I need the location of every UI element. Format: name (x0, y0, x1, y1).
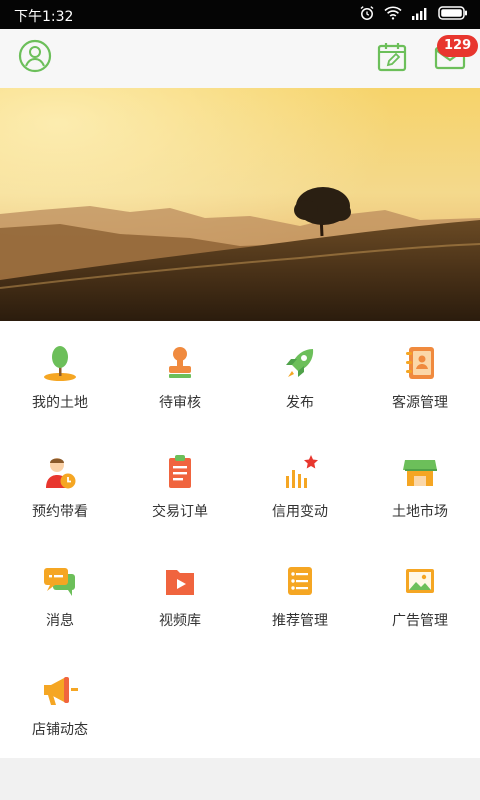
menu-item-label: 广告管理 (392, 613, 448, 629)
menu-item-orders[interactable]: 交易订单 (120, 430, 240, 539)
chat-bubbles-icon (40, 561, 80, 601)
menu-item-label: 店铺动态 (32, 722, 88, 738)
menu-item-label: 土地市场 (392, 504, 448, 520)
menu-item-appointment-viewing[interactable]: 预约带看 (0, 430, 120, 539)
menu-item-publish[interactable]: 发布 (240, 321, 360, 430)
system-icons (359, 5, 468, 25)
contact-book-icon (400, 343, 440, 383)
store-icon (400, 452, 440, 492)
menu-item-label: 预约带看 (32, 504, 88, 520)
status-time: 下午1:32 (14, 9, 74, 25)
menu-item-label: 待审核 (159, 395, 201, 411)
rocket-icon (280, 343, 320, 383)
menu-item-messages[interactable]: 消息 (0, 539, 120, 648)
menu-item-label: 发布 (286, 395, 314, 411)
menu-grid: 我的土地 待审核 发布 客源管理 预约带看 交易订单 信用变动 土地市场 消息 … (0, 321, 480, 758)
alarm-icon (359, 5, 375, 25)
menu-item-recommendation-management[interactable]: 推荐管理 (240, 539, 360, 648)
billboard-icon (400, 561, 440, 601)
menu-item-video-library[interactable]: 视频库 (120, 539, 240, 648)
signal-icon (411, 7, 429, 24)
stamp-icon (160, 343, 200, 383)
menu-item-my-land[interactable]: 我的土地 (0, 321, 120, 430)
menu-item-ad-management[interactable]: 广告管理 (360, 539, 480, 648)
menu-item-credit-changes[interactable]: 信用变动 (240, 430, 360, 539)
calendar-button[interactable] (370, 37, 414, 81)
battery-icon (438, 6, 468, 24)
menu-item-land-market[interactable]: 土地市场 (360, 430, 480, 539)
clipboard-icon (160, 452, 200, 492)
menu-item-label: 客源管理 (392, 395, 448, 411)
wifi-icon (384, 6, 402, 24)
status-bar: 下午1:32 (0, 0, 480, 29)
menu-item-label: 我的土地 (32, 395, 88, 411)
video-folder-icon (160, 561, 200, 601)
bar-chart-star-icon (280, 452, 320, 492)
top-bar (0, 29, 480, 88)
menu-item-label: 交易订单 (152, 504, 208, 520)
sapling-icon (40, 343, 80, 383)
profile-button[interactable] (13, 36, 57, 80)
person-clock-icon (40, 452, 80, 492)
message-count-badge: 129 (437, 35, 479, 57)
menu-item-label: 消息 (46, 613, 74, 629)
menu-item-store-news[interactable]: 店铺动态 (0, 648, 120, 757)
menu-item-label: 视频库 (159, 613, 201, 629)
sunset-landscape-illustration (0, 88, 480, 321)
calendar-edit-icon (376, 41, 408, 77)
menu-item-customer-management[interactable]: 客源管理 (360, 321, 480, 430)
megaphone-icon (40, 670, 80, 710)
menu-item-label: 推荐管理 (272, 613, 328, 629)
user-profile-icon (18, 39, 52, 77)
menu-item-label: 信用变动 (272, 504, 328, 520)
banner-image[interactable] (0, 88, 480, 321)
list-icon (280, 561, 320, 601)
menu-item-pending-review[interactable]: 待审核 (120, 321, 240, 430)
